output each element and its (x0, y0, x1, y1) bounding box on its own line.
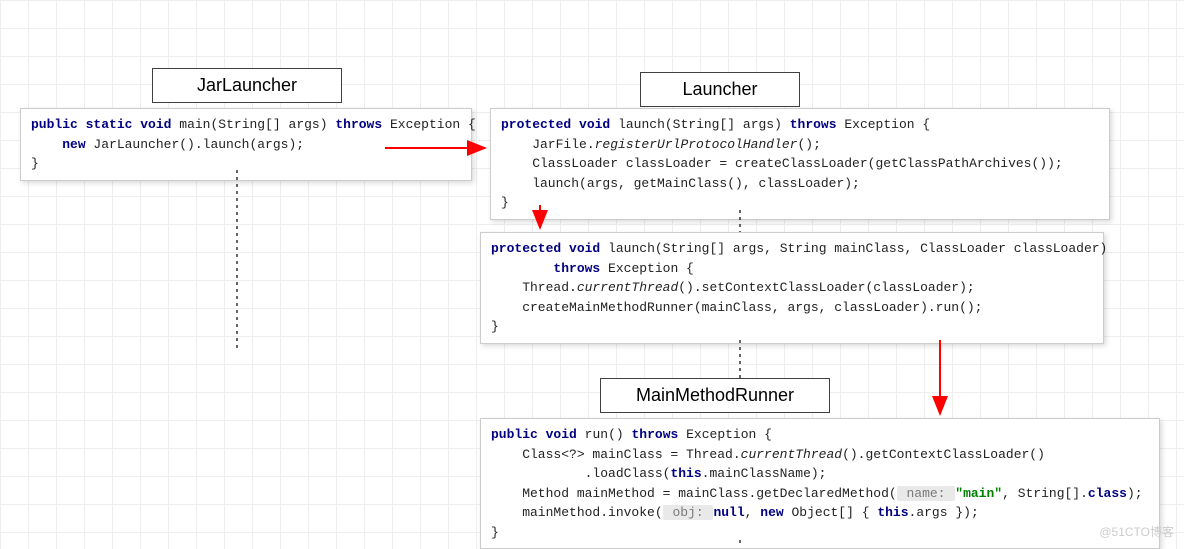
code-launcher-launch2: protected void launch(String[] args, Str… (480, 232, 1104, 344)
title-jarlauncher: JarLauncher (152, 68, 342, 103)
code-jarlauncher: public static void main(String[] args) t… (20, 108, 472, 181)
code-launcher-launch1: protected void launch(String[] args) thr… (490, 108, 1110, 220)
title-mainmethodrunner: MainMethodRunner (600, 378, 830, 413)
watermark: @51CTO博客 (1099, 523, 1174, 540)
code-mainmethodrunner: public void run() throws Exception { Cla… (480, 418, 1160, 549)
title-launcher: Launcher (640, 72, 800, 107)
